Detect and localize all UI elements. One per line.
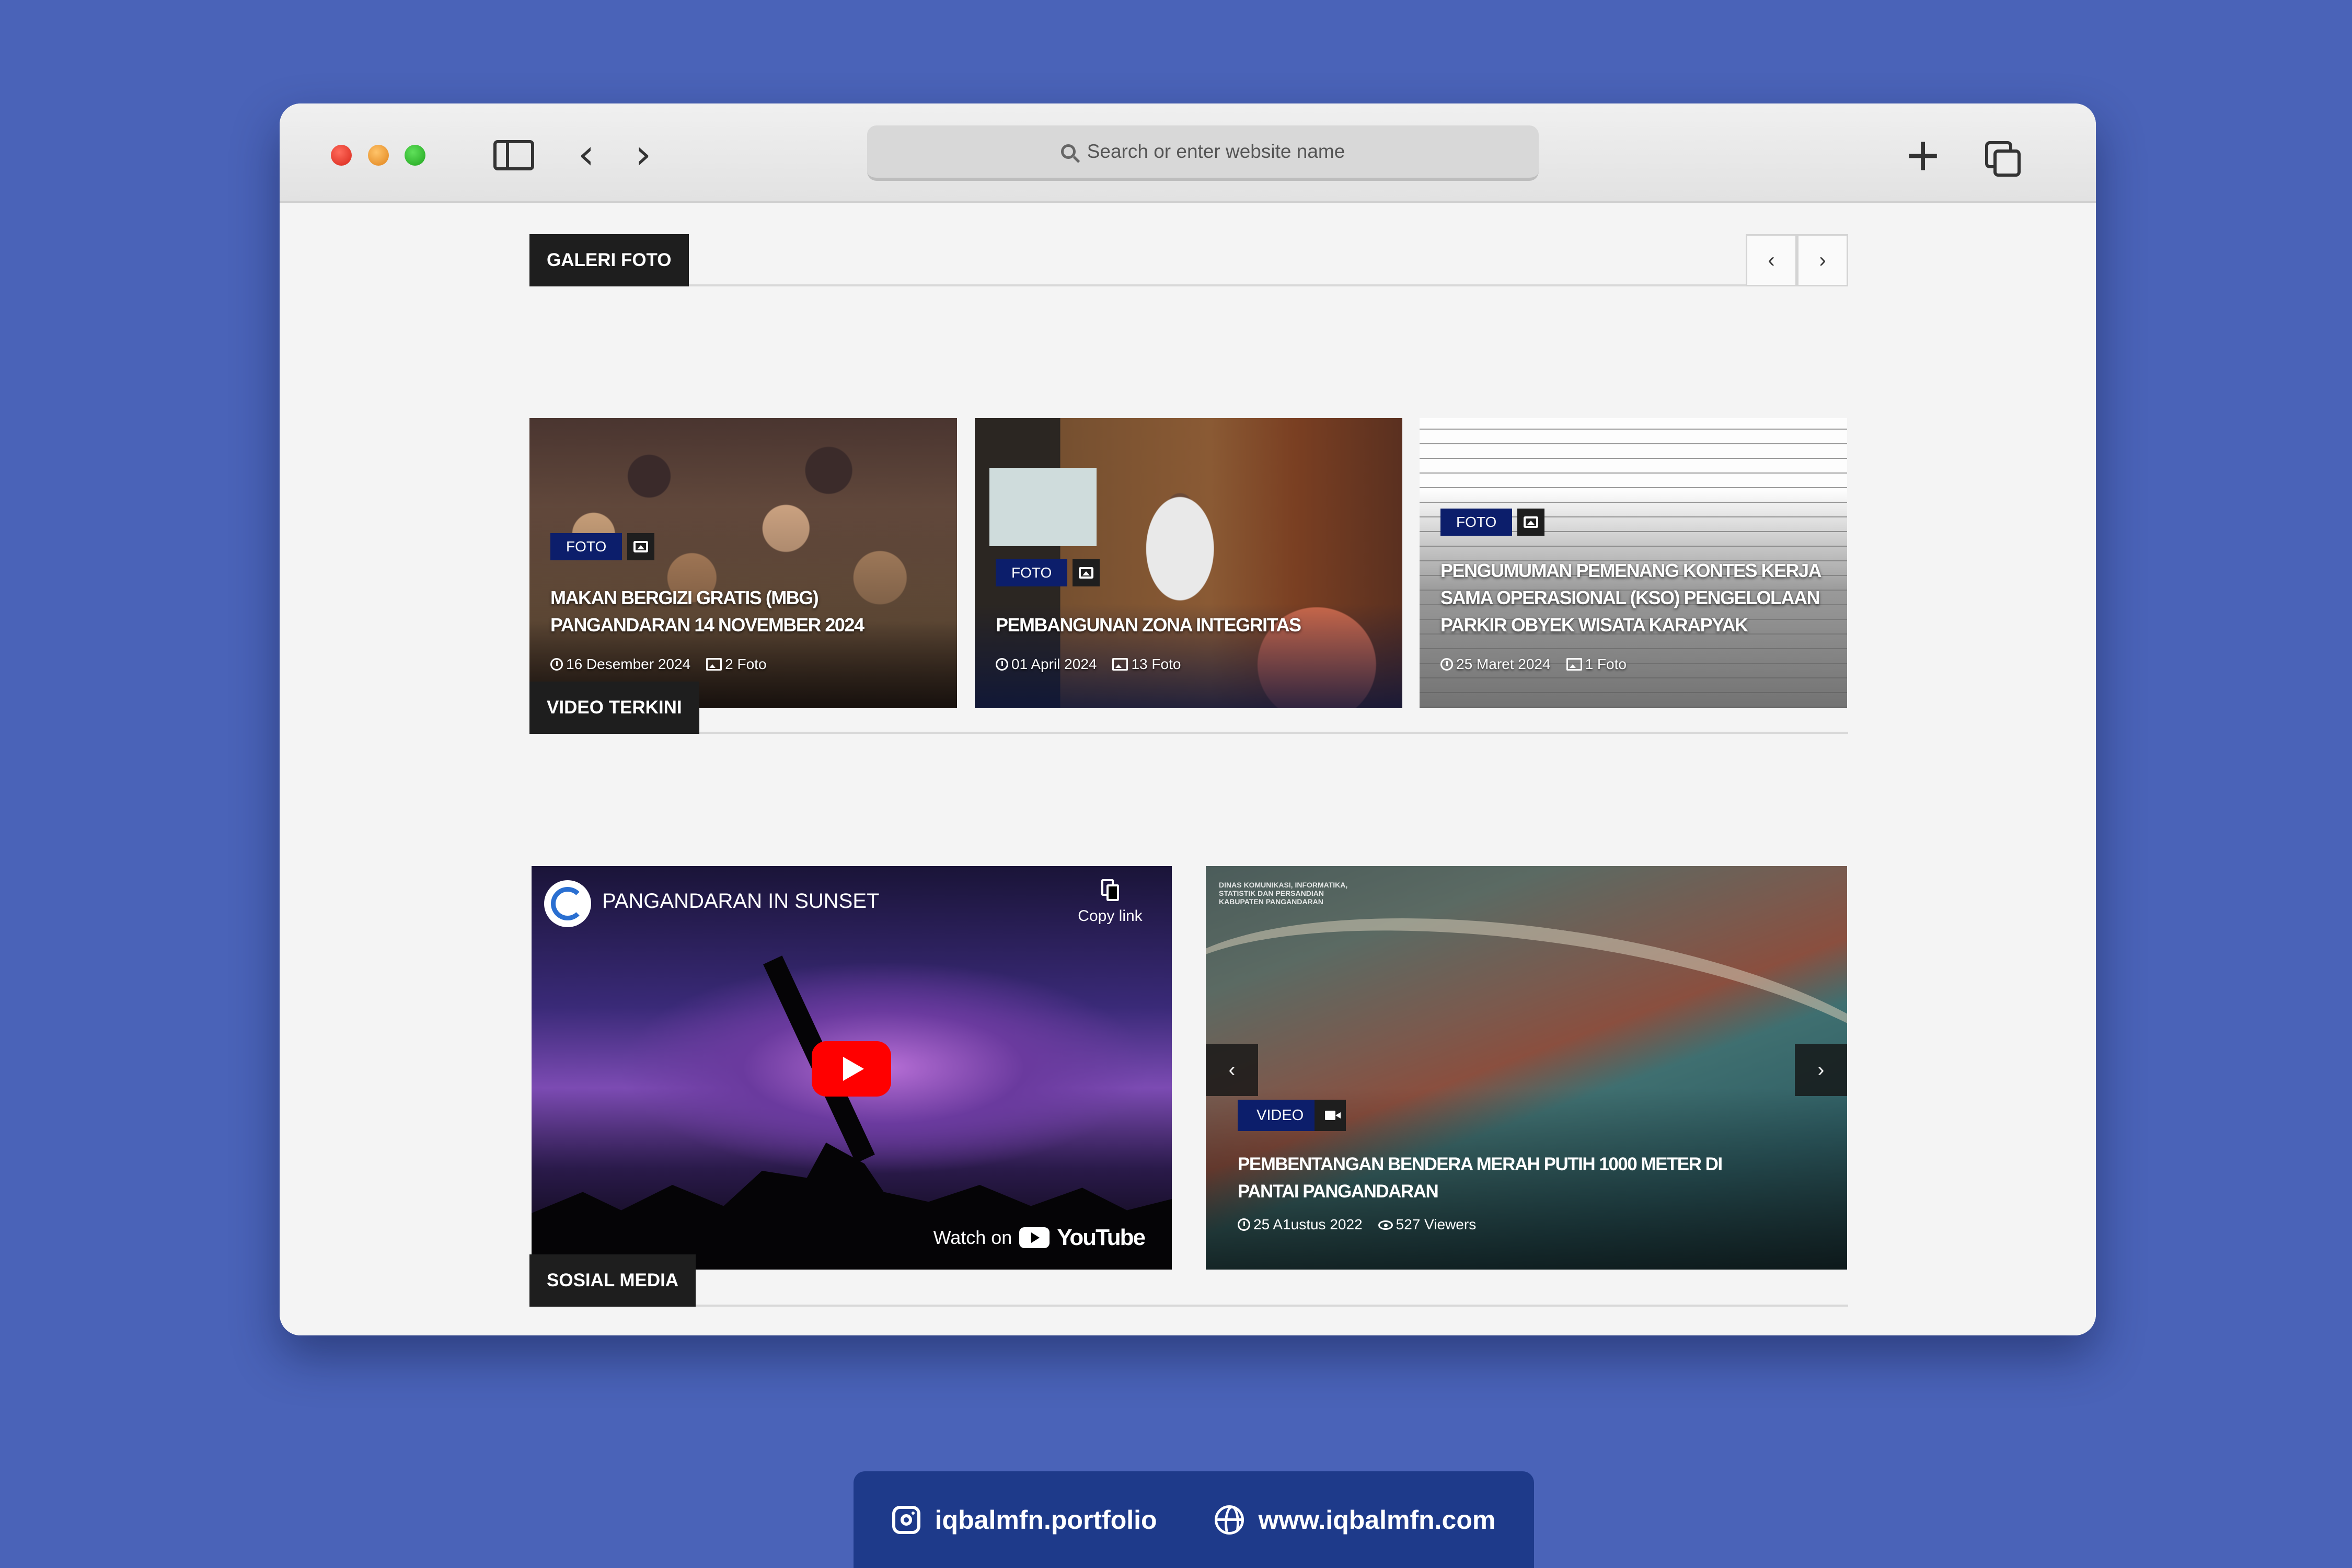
gallery-card-photo-count: 13 Foto	[1131, 656, 1181, 672]
gallery-card-meta: 25 Maret 2024 1 Foto	[1440, 656, 1627, 673]
featured-video-card[interactable]: DINAS KOMUNIKASI, INFORMATIKA, STATISTIK…	[1206, 866, 1847, 1270]
portfolio-footer: iqbalmfn.portfolio www.iqbalmfn.com	[854, 1471, 1534, 1568]
maximize-window-button[interactable]	[405, 145, 425, 166]
gallery-card-photo-count: 2 Foto	[725, 656, 767, 672]
gallery-card-photo-count: 1 Foto	[1585, 656, 1627, 672]
gallery-card-date: 01 April 2024	[1011, 656, 1097, 672]
gallery-card[interactable]: FOTO MAKAN BERGIZI GRATIS (MBG) PANGANDA…	[529, 418, 957, 708]
play-button[interactable]	[812, 1041, 891, 1097]
photo-icon	[706, 658, 722, 671]
video-category-badge: VIDEO	[1238, 1100, 1323, 1131]
image-icon	[627, 533, 654, 560]
youtube-icon	[1019, 1227, 1050, 1248]
instagram-handle: iqbalmfn.portfolio	[935, 1505, 1157, 1535]
gallery-card-category: FOTO	[1440, 509, 1513, 536]
new-tab-plus-icon[interactable]: +	[1906, 127, 1940, 185]
video-next-button[interactable]: ›	[1795, 1044, 1847, 1096]
copy-link-button[interactable]: Copy link	[1074, 879, 1147, 925]
eye-icon	[1378, 1220, 1393, 1230]
website-url: www.iqbalmfn.com	[1258, 1505, 1496, 1535]
image-icon	[1517, 509, 1544, 536]
clock-icon	[1238, 1218, 1250, 1231]
gallery-section-header: GALERI FOTO ‹ ›	[529, 234, 1848, 286]
gallery-card-category: FOTO	[550, 533, 622, 560]
photo-icon	[1112, 658, 1128, 671]
gallery-next-button[interactable]: ›	[1797, 234, 1848, 286]
gallery-heading: GALERI FOTO	[529, 234, 710, 286]
browser-window: ‹ › Search or enter website name + GALER…	[280, 103, 2096, 1335]
website-link[interactable]: www.iqbalmfn.com	[1214, 1505, 1496, 1535]
featured-video-views: 527 Viewers	[1396, 1216, 1477, 1232]
gallery-card-category: FOTO	[996, 559, 1068, 586]
watch-on-youtube-link[interactable]: Watch on YouTube	[933, 1225, 1146, 1251]
featured-video-title[interactable]: PEMBENTANGAN BENDERA MERAH PUTIH 1000 ME…	[1238, 1151, 1784, 1205]
gallery-card-date: 16 Desember 2024	[566, 656, 691, 672]
youtube-player[interactable]: PANGANDARAN IN SUNSET Copy link Watch on…	[532, 866, 1172, 1270]
video-heading: VIDEO TERKINI	[529, 682, 720, 734]
gallery-nav: ‹ ›	[1746, 234, 1848, 286]
gallery-prev-button[interactable]: ‹	[1746, 234, 1797, 286]
clock-icon	[550, 658, 563, 671]
video-prev-button[interactable]: ‹	[1206, 1044, 1258, 1096]
sidebar-toggle-icon[interactable]	[493, 140, 534, 170]
video-watermark: DINAS KOMUNIKASI, INFORMATIKA, STATISTIK…	[1219, 881, 1348, 906]
presentation-board	[989, 468, 1097, 546]
social-section-header: SOSIAL MEDIA	[529, 1254, 1848, 1307]
address-bar-placeholder: Search or enter website name	[1087, 141, 1345, 162]
video-title[interactable]: PANGANDARAN IN SUNSET	[602, 890, 879, 913]
clock-icon	[1440, 658, 1453, 671]
page-content: GALERI FOTO ‹ › FOTO MAKAN BERGIZI GRATI…	[280, 205, 2096, 1335]
globe-icon	[1214, 1505, 1244, 1535]
channel-logo[interactable]	[544, 880, 591, 927]
copy-link-label: Copy link	[1078, 907, 1143, 925]
photo-icon	[1566, 658, 1582, 671]
clock-icon	[996, 658, 1008, 671]
search-icon	[1060, 144, 1076, 159]
featured-video-meta: 25 A1ustus 2022 527 Viewers	[1238, 1216, 1476, 1233]
instagram-icon	[892, 1505, 920, 1534]
instagram-link[interactable]: iqbalmfn.portfolio	[892, 1505, 1157, 1535]
back-arrow-icon[interactable]: ‹	[578, 134, 594, 175]
youtube-wordmark: YouTube	[1057, 1225, 1146, 1250]
gallery-card[interactable]: FOTO PEMBANGUNAN ZONA INTEGRITAS 01 Apri…	[975, 418, 1402, 708]
copy-icon	[1101, 879, 1119, 901]
minimize-window-button[interactable]	[368, 145, 389, 166]
gallery-card-title: PENGUMUMAN PEMENANG KONTES KERJA SAMA OP…	[1440, 560, 1821, 636]
social-heading: SOSIAL MEDIA	[529, 1254, 717, 1307]
featured-video-date: 25 A1ustus 2022	[1253, 1216, 1363, 1232]
gallery-card-meta: 16 Desember 2024 2 Foto	[550, 656, 767, 673]
gallery-card-title: MAKAN BERGIZI GRATIS (MBG) PANGANDARAN 1…	[550, 587, 864, 636]
gallery-card-meta: 01 April 2024 13 Foto	[996, 656, 1181, 673]
video-section-header: VIDEO TERKINI	[529, 682, 1848, 734]
gallery-card[interactable]: FOTO PENGUMUMAN PEMENANG KONTES KERJA SA…	[1420, 418, 1847, 708]
gallery-card-date: 25 Maret 2024	[1456, 656, 1551, 672]
video-camera-icon	[1315, 1100, 1346, 1131]
browser-toolbar: ‹ › Search or enter website name +	[280, 103, 2096, 203]
gallery-card-title: PEMBANGUNAN ZONA INTEGRITAS	[996, 614, 1301, 636]
tab-overview-icon[interactable]	[1985, 141, 2022, 178]
forward-arrow-icon[interactable]: ›	[635, 134, 651, 175]
close-window-button[interactable]	[331, 145, 352, 166]
image-icon	[1073, 559, 1100, 586]
address-bar[interactable]: Search or enter website name	[867, 125, 1539, 181]
watch-on-label: Watch on	[933, 1227, 1012, 1248]
